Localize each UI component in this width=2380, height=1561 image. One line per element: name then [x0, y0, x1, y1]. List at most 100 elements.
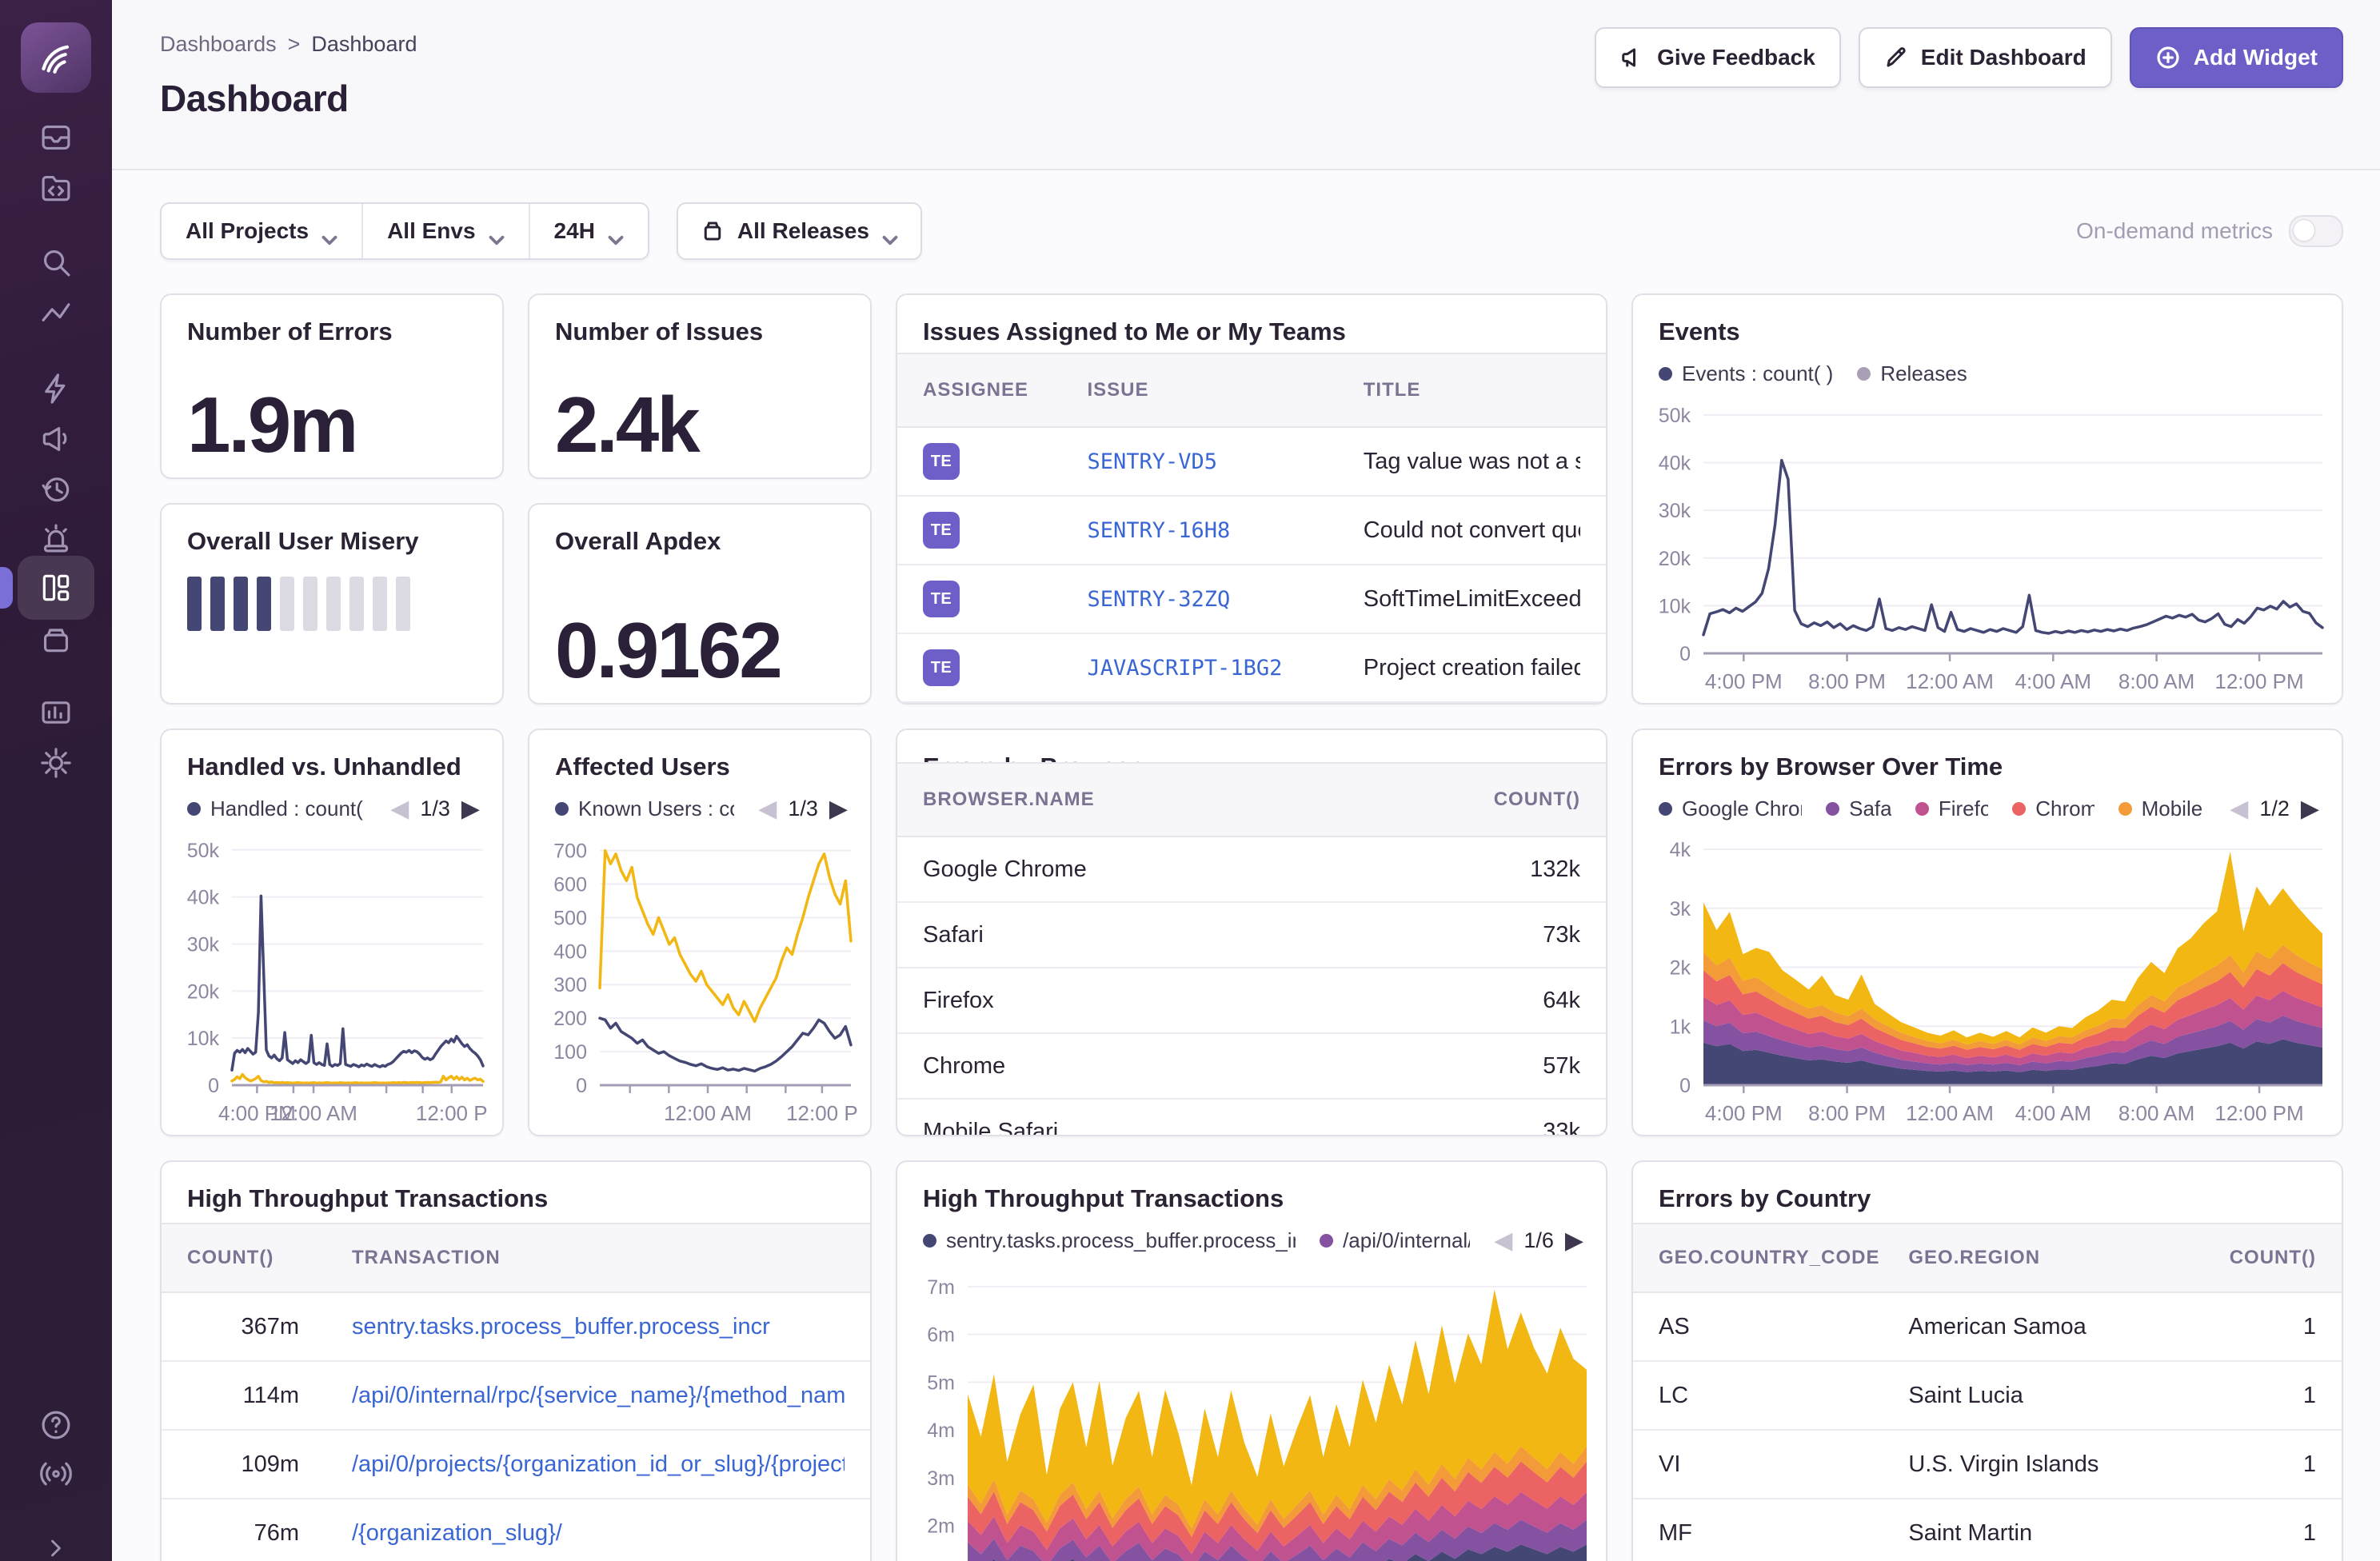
issues-table-row[interactable]: TE SENTRY-32ZQ SoftTimeLimitExceeded: [897, 565, 1606, 634]
project-filter[interactable]: All Projects: [162, 204, 361, 258]
pager-prev-button[interactable]: ◀: [390, 795, 409, 823]
svg-text:12:00 AM: 12:00 AM: [1906, 669, 1994, 693]
sidebar-item-stats[interactable]: [30, 686, 82, 739]
legend-item[interactable]: /api/0/internal/r: [1320, 1228, 1470, 1253]
legend-item[interactable]: Mobile S: [2118, 796, 2206, 821]
legend-item[interactable]: Events : count( ): [1659, 361, 1833, 386]
widget-errors-by-browser[interactable]: Errors by Browser BROWSER.NAME COUNT() G…: [896, 729, 1607, 1136]
pager-next-button[interactable]: ▶: [2301, 795, 2319, 823]
on-demand-metrics-toggle[interactable]: [2289, 215, 2343, 247]
legend-item[interactable]: Releases: [1857, 361, 1967, 386]
legend-item[interactable]: Chrome: [2012, 796, 2094, 821]
widget-high-throughput-table[interactable]: High Throughput Transactions COUNT() TRA…: [160, 1160, 872, 1561]
traces-icon: [38, 297, 74, 332]
pager-next-button[interactable]: ▶: [461, 795, 480, 823]
widget-high-throughput-chart[interactable]: High Throughput Transactions sentry.task…: [896, 1160, 1607, 1561]
edit-dashboard-button[interactable]: Edit Dashboard: [1859, 27, 2112, 88]
pager-next-button[interactable]: ▶: [1565, 1227, 1583, 1255]
legend-item[interactable]: Handled : count( ): [187, 796, 366, 821]
pager-prev-button[interactable]: ◀: [1494, 1227, 1512, 1255]
browser-table-row[interactable]: Chrome57k: [897, 1034, 1606, 1100]
sidebar-item-performance[interactable]: [30, 362, 82, 415]
sidebar-collapse-button[interactable]: [30, 1522, 82, 1561]
give-feedback-button[interactable]: Give Feedback: [1595, 27, 1841, 88]
browser-table-row[interactable]: Safari73k: [897, 903, 1606, 968]
issues-table-row[interactable]: TE SENTRY-VD5 Tag value was not a string: [897, 428, 1606, 497]
svg-text:5m: 5m: [927, 1371, 955, 1394]
widget-handled-vs-unhandled[interactable]: Handled vs. Unhandled Handled : count( )…: [160, 729, 504, 1136]
sidebar-item-dashboards[interactable]: [30, 561, 82, 614]
sidebar-item-help[interactable]: [30, 1399, 82, 1451]
legend-item[interactable]: sentry.tasks.process_buffer.process_incr: [923, 1228, 1296, 1253]
legend-item[interactable]: Google Chrome: [1659, 796, 1802, 821]
legend-item[interactable]: Firefox: [1915, 796, 1988, 821]
issues-table-row[interactable]: TE SENTRY-16H8 Could not convert query: [897, 497, 1606, 565]
issue-link[interactable]: SENTRY-32ZQ: [1088, 587, 1231, 612]
throughput-table-row[interactable]: 114m/api/0/internal/rpc/{service_name}/{…: [162, 1362, 870, 1431]
widget-affected-users[interactable]: Affected Users Known Users : cour ◀1/3▶ …: [528, 729, 872, 1136]
country-table-row[interactable]: VIU.S. Virgin Islands1: [1633, 1431, 2342, 1499]
stats-icon: [38, 695, 74, 730]
pager-prev-button[interactable]: ◀: [758, 795, 777, 823]
breadcrumb-dashboards-link[interactable]: Dashboards: [160, 32, 277, 57]
svg-text:4:00 AM: 4:00 AM: [2015, 669, 2091, 693]
assignee-avatar: TE: [923, 512, 960, 549]
high-throughput-chart: 01m2m3m4m5m6m7m4:00 PM8:00 PM12:00 AM4:0…: [904, 1263, 1593, 1561]
throughput-table-row[interactable]: 109m/api/0/projects/{organization_id_or_…: [162, 1431, 870, 1499]
widget-apdex[interactable]: Overall Apdex 0.9162: [528, 503, 872, 705]
country-table-row[interactable]: LCSaint Lucia1: [1633, 1362, 2342, 1431]
legend-item[interactable]: Safari: [1826, 796, 1891, 821]
sidebar-item-replays[interactable]: [30, 462, 82, 515]
transaction-link[interactable]: /api/0/projects/{organization_id_or_slug…: [352, 1451, 845, 1477]
throughput-table-row[interactable]: 367msentry.tasks.process_buffer.process_…: [162, 1293, 870, 1362]
issue-link[interactable]: SENTRY-16H8: [1088, 518, 1231, 543]
widget-issues-assigned[interactable]: Issues Assigned to Me or My Teams ASSIGN…: [896, 293, 1607, 705]
transaction-link[interactable]: /{organization_slug}/: [352, 1520, 562, 1546]
sentry-logo[interactable]: [21, 22, 91, 93]
environment-filter[interactable]: All Envs: [361, 204, 528, 258]
issues-table-row[interactable]: TE JAVASCRIPT-1BG2 Project creation fail…: [897, 634, 1606, 703]
add-widget-button[interactable]: Add Widget: [2130, 27, 2343, 88]
release-filter[interactable]: All Releases: [677, 202, 922, 260]
widget-errors-by-browser-over-time[interactable]: Errors by Browser Over Time Google Chrom…: [1631, 729, 2343, 1136]
sidebar-item-search[interactable]: [30, 236, 82, 289]
svg-text:8:00 PM: 8:00 PM: [1808, 1101, 1886, 1125]
pager-prev-button[interactable]: ◀: [2230, 795, 2248, 823]
affected-users-chart: 010020030040050060070012:00 AM12:00 P: [536, 831, 857, 1132]
svg-text:20k: 20k: [1659, 548, 1691, 570]
apdex-value: 0.9162: [529, 609, 870, 692]
help-icon: [38, 1407, 74, 1443]
browser-table-row[interactable]: Google Chrome132k: [897, 837, 1606, 903]
widget-number-of-issues[interactable]: Number of Issues 2.4k: [528, 293, 872, 479]
megaphone-icon: [38, 421, 74, 457]
widget-errors-by-country[interactable]: Errors by Country GEO.COUNTRY_CODE GEO.R…: [1631, 1160, 2343, 1561]
sidebar-item-alerts[interactable]: [30, 512, 82, 565]
svg-text:400: 400: [553, 940, 587, 963]
sidebar-item-issues[interactable]: [30, 111, 82, 164]
page-filters: All Projects All Envs 24H: [160, 202, 649, 260]
issue-link[interactable]: JAVASCRIPT-1BG2: [1088, 656, 1283, 681]
legend-dot: [923, 1234, 936, 1248]
country-table-row[interactable]: MFSaint Martin1: [1633, 1499, 2342, 1561]
transaction-link[interactable]: /api/0/internal/rpc/{service_name}/{meth…: [352, 1383, 845, 1408]
country-table-row[interactable]: ASAmerican Samoa1: [1633, 1293, 2342, 1362]
sidebar-item-whats-new[interactable]: [30, 1447, 82, 1500]
lightning-icon: [38, 371, 74, 406]
svg-text:0: 0: [208, 1075, 219, 1097]
throughput-table-row[interactable]: 76m/{organization_slug}/: [162, 1499, 870, 1561]
sidebar-item-feedback[interactable]: [30, 413, 82, 465]
pager-next-button[interactable]: ▶: [829, 795, 848, 823]
sidebar-item-settings[interactable]: [30, 737, 82, 789]
transaction-link[interactable]: sentry.tasks.process_buffer.process_incr: [352, 1314, 770, 1339]
widget-number-of-errors[interactable]: Number of Errors 1.9m: [160, 293, 504, 479]
sidebar-item-traces[interactable]: [30, 288, 82, 341]
browser-table-row[interactable]: Firefox64k: [897, 968, 1606, 1034]
widget-events[interactable]: Events Events : count( ) Releases 010k20…: [1631, 293, 2343, 705]
legend-item[interactable]: Known Users : cour: [555, 796, 734, 821]
issue-link[interactable]: SENTRY-VD5: [1088, 449, 1218, 474]
sidebar-item-releases[interactable]: [30, 613, 82, 665]
widget-user-misery[interactable]: Overall User Misery: [160, 503, 504, 705]
date-range-filter[interactable]: 24H: [529, 204, 648, 258]
sidebar-item-projects[interactable]: [30, 162, 82, 214]
browser-table-row[interactable]: Mobile Safari33k: [897, 1100, 1606, 1136]
